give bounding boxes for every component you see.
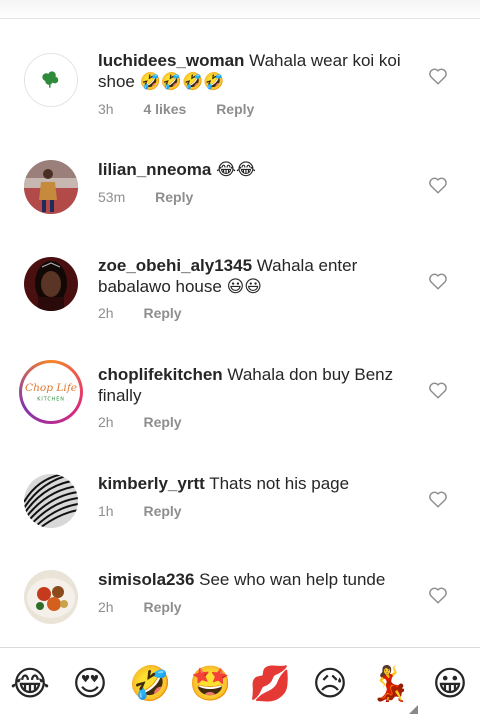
heart-outline-icon[interactable] [428, 586, 448, 604]
comment-emojis: 😂😂 [216, 160, 256, 179]
emoji-button[interactable]: 💃 [369, 663, 411, 705]
comments-screen: luchidees_woman Wahala wear koi koi shoe… [0, 0, 480, 719]
comment-username[interactable]: luchidees_woman [98, 51, 244, 70]
comment-text: See who wan help tunde [199, 570, 386, 589]
emoji-button[interactable]: 🤣 [129, 663, 171, 705]
emoji-button[interactable]: 😂 [9, 663, 51, 705]
comment-meta: 2h Reply [98, 599, 208, 615]
avatar[interactable] [24, 257, 78, 311]
comment-text: Thats not his page [209, 474, 350, 493]
reply-button[interactable]: Reply [143, 305, 181, 321]
comment-body: zoe_obehi_aly1345 Wahala enter babalawo … [98, 255, 416, 297]
emoji-quick-bar: 😂 😍 🤣 🤩 💋 😥 💃 😀 [0, 647, 480, 719]
comment-body: luchidees_woman Wahala wear koi koi shoe… [98, 50, 416, 92]
emoji-button[interactable]: 😀 [429, 663, 471, 705]
comment-body: kimberly_yrtt Thats not his page [98, 473, 416, 494]
emoji-button[interactable]: 🤩 [189, 663, 231, 705]
avatar[interactable] [24, 160, 78, 214]
comment-meta: 1h Reply [98, 503, 208, 519]
comment-username[interactable]: simisola236 [98, 570, 194, 589]
avatar: Chop Life KITCHEN [22, 363, 80, 421]
comment-time: 2h [98, 305, 114, 321]
avatar[interactable] [24, 570, 78, 624]
heart-outline-icon[interactable] [428, 176, 448, 194]
comment-time: 2h [98, 414, 114, 430]
comment-emojis: 🤣🤣🤣🤣 [139, 72, 225, 91]
avatar-story-ring[interactable]: Chop Life KITCHEN [19, 360, 83, 424]
reply-button[interactable]: Reply [143, 503, 181, 519]
comment-meta: 53m Reply [98, 189, 219, 205]
heart-outline-icon[interactable] [428, 490, 448, 508]
top-bar-edge [0, 0, 480, 19]
comment-body: choplifekitchen Wahala don buy Benz fina… [98, 364, 416, 406]
resize-corner-icon [409, 705, 418, 714]
reply-button[interactable]: Reply [155, 189, 193, 205]
emoji-button[interactable]: 😥 [309, 663, 351, 705]
comment-username[interactable]: choplifekitchen [98, 365, 223, 384]
emoji-button[interactable]: 💋 [249, 663, 291, 705]
svg-text:Chop Life: Chop Life [25, 382, 77, 394]
heart-outline-icon[interactable] [428, 381, 448, 399]
svg-text:KITCHEN: KITCHEN [37, 397, 65, 403]
comment-likes[interactable]: 4 likes [143, 101, 186, 117]
heart-outline-icon[interactable] [428, 272, 448, 290]
comment-username[interactable]: zoe_obehi_aly1345 [98, 256, 252, 275]
comment-time: 3h [98, 101, 114, 117]
reply-button[interactable]: Reply [143, 414, 181, 430]
avatar[interactable] [24, 474, 78, 528]
comment-username[interactable]: lilian_nneoma [98, 160, 211, 179]
heart-outline-icon[interactable] [428, 67, 448, 85]
comment-meta: 3h 4 likes Reply [98, 101, 280, 117]
comment-meta: 2h Reply [98, 414, 208, 430]
reply-button[interactable]: Reply [216, 101, 254, 117]
comment-emojis: 😃😃 [226, 277, 263, 296]
comment-body: lilian_nneoma 😂😂 [98, 159, 416, 180]
comment-meta: 2h Reply [98, 305, 208, 321]
reply-button[interactable]: Reply [143, 599, 181, 615]
emoji-button[interactable]: 😍 [69, 663, 111, 705]
comment-time: 1h [98, 503, 114, 519]
comment-time: 53m [98, 189, 126, 205]
comment-username[interactable]: kimberly_yrtt [98, 474, 205, 493]
avatar[interactable] [24, 53, 78, 107]
comment-time: 2h [98, 599, 114, 615]
comment-body: simisola236 See who wan help tunde [98, 569, 416, 590]
